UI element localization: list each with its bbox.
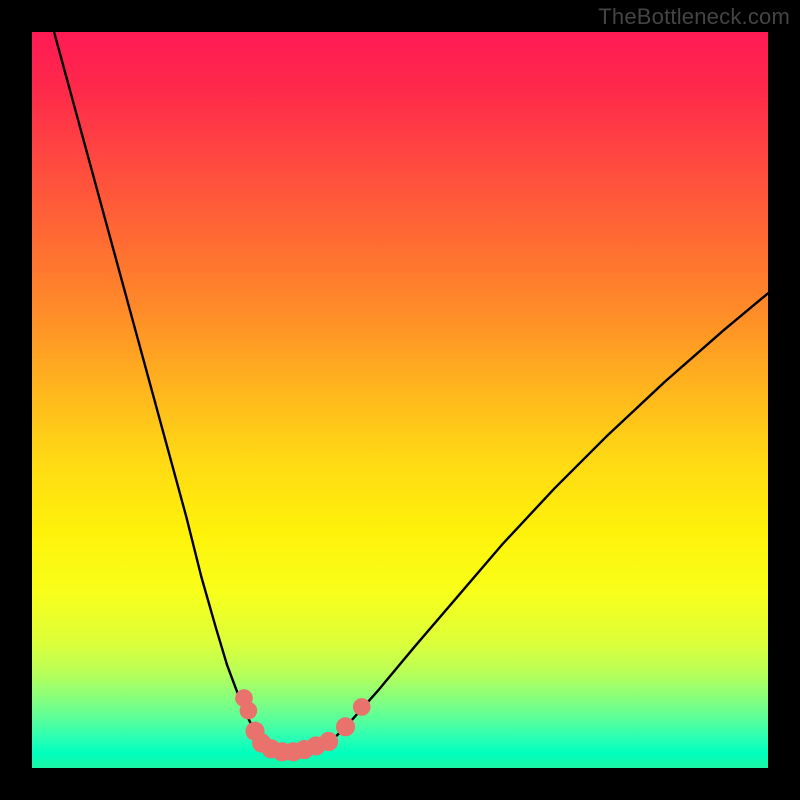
data-marker	[240, 702, 258, 720]
series-left-curve	[54, 32, 264, 746]
data-marker	[353, 698, 371, 716]
series-right-curve	[330, 293, 768, 742]
data-marker	[336, 717, 355, 736]
data-marker	[319, 732, 338, 751]
chart-frame: TheBottleneck.com	[0, 0, 800, 800]
chart-svg	[32, 32, 768, 768]
watermark-text: TheBottleneck.com	[598, 4, 790, 30]
chart-plot-area	[32, 32, 768, 768]
